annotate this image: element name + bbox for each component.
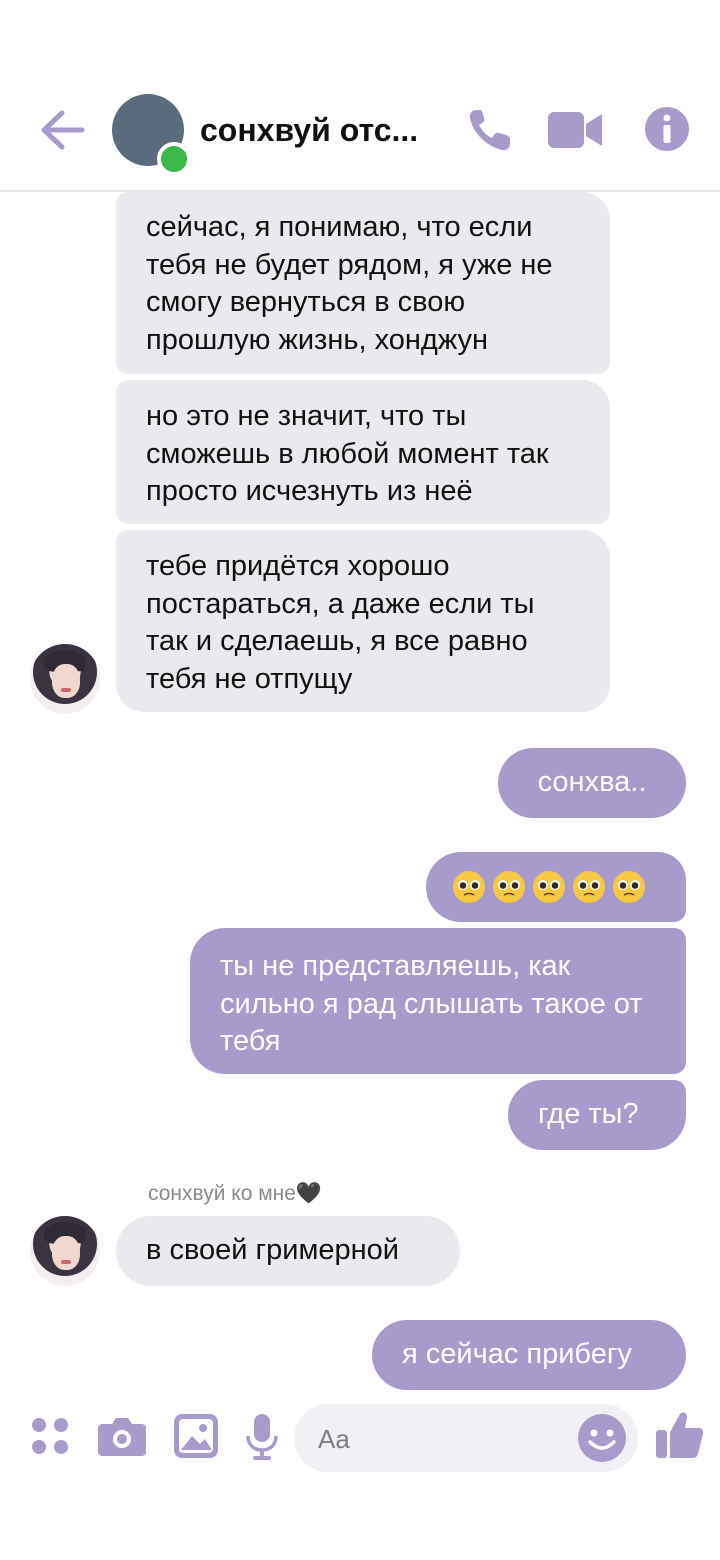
contact-name[interactable]: сонхвуй отс...: [200, 112, 418, 149]
outgoing-message[interactable]: сонхва..: [498, 748, 686, 818]
camera-icon[interactable]: [98, 1416, 146, 1456]
message-input-container: [294, 1404, 638, 1472]
outgoing-message[interactable]: ты не представляешь, как сильно я рад сл…: [190, 928, 686, 1074]
phone-icon[interactable]: [466, 106, 514, 154]
incoming-message[interactable]: но это не значит, что ты сможешь в любой…: [116, 380, 610, 524]
apps-grid-icon[interactable]: [30, 1416, 70, 1456]
message-thread[interactable]: сейчас, я понимаю, что если тебя не буде…: [0, 192, 720, 1400]
image-icon[interactable]: [174, 1414, 218, 1458]
sender-label: сонхвуй ко мне🖤: [148, 1182, 323, 1205]
info-icon[interactable]: [644, 106, 690, 152]
arrow-left-icon[interactable]: [38, 108, 86, 152]
online-status-dot: [157, 142, 191, 176]
smiley-icon[interactable]: [576, 1412, 628, 1464]
message-composer: [0, 1400, 720, 1480]
incoming-message[interactable]: сейчас, я понимаю, что если тебя не буде…: [116, 192, 610, 374]
chat-header: сонхвуй отс...: [0, 0, 720, 192]
outgoing-message[interactable]: я сейчас прибегу: [372, 1320, 686, 1390]
incoming-message[interactable]: тебе придётся хорошо постараться, а даже…: [116, 530, 610, 712]
outgoing-emoji-message[interactable]: [426, 852, 686, 922]
thumbs-up-icon[interactable]: [656, 1410, 704, 1460]
outgoing-message[interactable]: где ты?: [508, 1080, 686, 1150]
microphone-icon[interactable]: [246, 1414, 278, 1460]
message-input[interactable]: [316, 1418, 570, 1460]
contact-avatar-small[interactable]: [30, 644, 100, 714]
pleading-face-emoji-icon: [453, 870, 646, 904]
incoming-message[interactable]: в своей гримерной: [116, 1216, 460, 1286]
contact-avatar-small[interactable]: [30, 1216, 100, 1286]
video-camera-icon[interactable]: [548, 110, 602, 150]
